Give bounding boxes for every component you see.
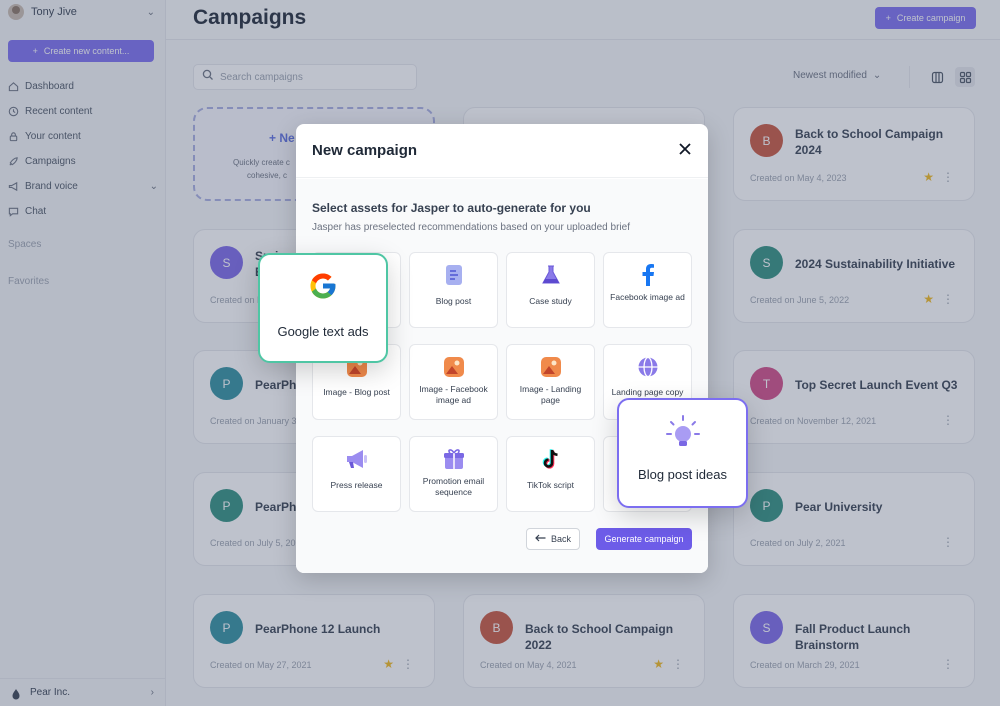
tiktok-icon	[539, 447, 563, 471]
close-button[interactable]	[676, 140, 694, 158]
gift-icon	[442, 447, 466, 471]
google-text-ads-highlight[interactable]: Google text ads	[258, 253, 388, 363]
asset-tile-image-landing-page[interactable]: Image - Landing page	[506, 344, 595, 420]
generate-campaign-button[interactable]: Generate campaign	[596, 528, 692, 550]
asset-tile-press-release[interactable]: Press release	[312, 436, 401, 512]
asset-tile-label: Press release	[330, 480, 383, 490]
asset-tile-tiktok-script[interactable]: TikTok script	[506, 436, 595, 512]
google-icon	[308, 271, 338, 306]
asset-tile-label: Image - Blog post	[323, 387, 390, 397]
modal-body: Select assets for Jasper to auto-generat…	[296, 179, 708, 573]
asset-tile-label: Blog post	[435, 296, 472, 306]
back-button[interactable]: Back	[526, 528, 580, 550]
asset-tile-image-facebook-image-ad[interactable]: Image - Facebook image ad	[409, 344, 498, 420]
asset-tile-case-study[interactable]: Case study	[506, 252, 595, 328]
asset-tile-label: Case study	[529, 296, 572, 306]
document-icon	[442, 263, 466, 287]
asset-tile-blog-post[interactable]: Blog post	[409, 252, 498, 328]
asset-tile-promotion-email-sequence[interactable]: Promotion email sequence	[409, 436, 498, 512]
image-icon	[539, 355, 563, 379]
asset-tile-label: Promotion email sequence	[422, 476, 485, 497]
modal-title: New campaign	[312, 142, 418, 159]
modal-subheading: Jasper has preselected recommendations b…	[312, 222, 630, 233]
google-text-ads-label: Google text ads	[277, 324, 369, 339]
modal-header: New campaign	[296, 124, 708, 178]
asset-tile-label: Landing page copy	[611, 387, 684, 397]
globe-icon	[636, 355, 660, 379]
asset-tile-label: Image - Facebook image ad	[419, 384, 488, 405]
asset-tile-label: Image - Landing page	[519, 384, 582, 405]
back-label: Back	[550, 534, 571, 544]
asset-tile-facebook-image-ad[interactable]: Facebook image ad	[603, 252, 692, 328]
megaphone-icon	[345, 447, 369, 471]
facebook-icon	[636, 263, 660, 287]
asset-tile-label: TikTok script	[527, 480, 574, 490]
lightbulb-icon	[665, 414, 701, 455]
flask-icon	[539, 263, 563, 287]
modal-heading: Select assets for Jasper to auto-generat…	[312, 201, 591, 215]
arrow-left-icon	[535, 534, 546, 544]
blog-post-ideas-label: Blog post ideas	[638, 467, 727, 482]
close-icon	[679, 143, 691, 155]
asset-tile-label: Facebook image ad	[610, 292, 685, 302]
blog-post-ideas-highlight[interactable]: Blog post ideas	[617, 398, 748, 508]
image-icon	[442, 355, 466, 379]
